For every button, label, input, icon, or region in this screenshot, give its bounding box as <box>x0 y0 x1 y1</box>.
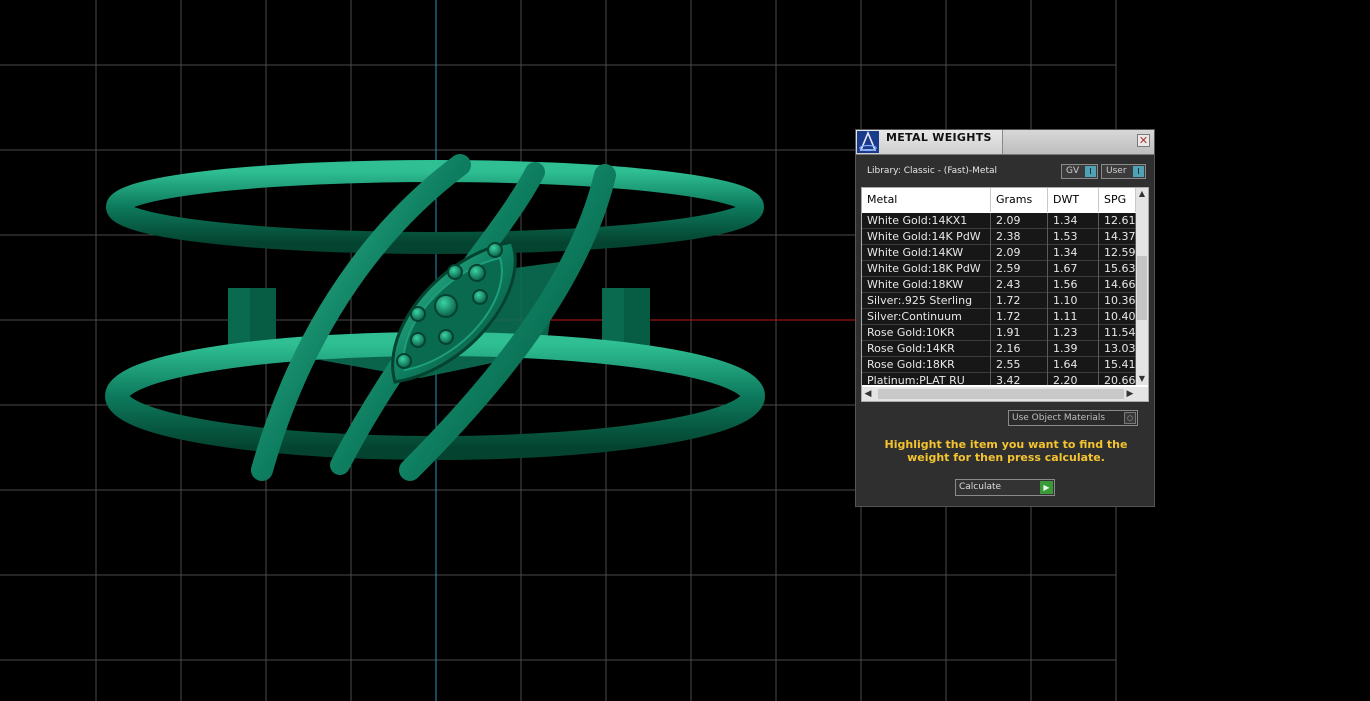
spg-cell: 12.59 <box>1099 245 1136 261</box>
instruction-text: Highlight the item you want to find the … <box>884 438 1128 464</box>
metal-cell: Silver:.925 Sterling <box>862 293 991 309</box>
spg-cell: 10.36 <box>1099 293 1136 309</box>
column-header-metal[interactable]: Metal <box>862 188 991 212</box>
metal-cell: White Gold:18KW <box>862 277 991 293</box>
calculate-button[interactable]: Calculate ▶ <box>955 479 1055 496</box>
scroll-left-icon[interactable]: ◀ <box>862 387 874 401</box>
panel-title: METAL WEIGHTS <box>886 131 992 144</box>
use-object-materials-toggle[interactable]: Use Object Materials ○ <box>1008 410 1138 426</box>
spg-cell: 15.41 <box>1099 357 1136 373</box>
metal-cell: Silver:Continuum <box>862 309 991 325</box>
vertical-scroll-thumb[interactable] <box>1137 256 1147 320</box>
use-object-materials-label: Use Object Materials <box>1012 413 1106 423</box>
column-header-grams[interactable]: Grams <box>991 188 1048 212</box>
metal-cell: White Gold:18K PdW <box>862 261 991 277</box>
grams-cell: 2.55 <box>991 357 1048 373</box>
dwt-cell: 1.64 <box>1048 357 1099 373</box>
play-arrow-icon: ▶ <box>1040 481 1053 494</box>
gv-toggle-label: GV <box>1066 166 1080 176</box>
metal-cell: White Gold:14KW <box>862 245 991 261</box>
table-row[interactable]: Platinum:PLAT RU 3.42 2.20 20.66 <box>862 373 1136 385</box>
grams-cell: 1.72 <box>991 309 1048 325</box>
close-icon: ✕ <box>1138 134 1149 147</box>
dwt-cell: 1.10 <box>1048 293 1099 309</box>
table-row[interactable]: White Gold:18K PdW 2.59 1.67 15.63 <box>862 261 1136 277</box>
column-header-spg[interactable]: SPG <box>1099 188 1136 212</box>
spg-cell: 15.63 <box>1099 261 1136 277</box>
table-header: Metal Grams DWT SPG <box>862 188 1136 212</box>
scroll-down-icon[interactable]: ▼ <box>1136 373 1148 385</box>
spg-cell: 20.66 <box>1099 373 1136 385</box>
grams-cell: 2.16 <box>991 341 1048 357</box>
table-row[interactable]: Silver:Continuum 1.72 1.11 10.40 <box>862 309 1136 325</box>
vertical-scrollbar[interactable]: ▲ ▼ <box>1136 188 1148 385</box>
spg-cell: 13.03 <box>1099 341 1136 357</box>
table-row[interactable]: Rose Gold:18KR 2.55 1.64 15.41 <box>862 357 1136 373</box>
radio-icon: ○ <box>1124 412 1136 424</box>
scroll-up-icon[interactable]: ▲ <box>1136 188 1148 200</box>
dwt-cell: 1.56 <box>1048 277 1099 293</box>
grams-cell: 2.09 <box>991 213 1048 229</box>
metal-cell: White Gold:14K PdW <box>862 229 991 245</box>
metal-cell: Platinum:PLAT RU <box>862 373 991 385</box>
horizontal-scrollbar[interactable]: ◀ ▶ <box>862 387 1148 401</box>
dwt-cell: 1.34 <box>1048 245 1099 261</box>
grams-cell: 1.91 <box>991 325 1048 341</box>
app-logo-icon <box>857 131 879 153</box>
metal-weights-panel: METAL WEIGHTS ✕ Library: Classic - (Fast… <box>855 129 1155 507</box>
spg-cell: 12.61 <box>1099 213 1136 229</box>
dwt-cell: 1.53 <box>1048 229 1099 245</box>
metal-cell: Rose Gold:18KR <box>862 357 991 373</box>
dwt-cell: 1.67 <box>1048 261 1099 277</box>
user-toggle-label: User <box>1106 166 1127 176</box>
table-row[interactable]: Silver:.925 Sterling 1.72 1.10 10.36 <box>862 293 1136 309</box>
metal-table: Metal Grams DWT SPG White Gold:14KX1 2.0… <box>861 187 1149 402</box>
table-row[interactable]: Rose Gold:14KR 2.16 1.39 13.03 <box>862 341 1136 357</box>
panel-titlebar[interactable]: METAL WEIGHTS ✕ <box>856 130 1154 155</box>
grams-cell: 3.42 <box>991 373 1048 385</box>
library-label: Library: Classic - (Fast)-Metal <box>867 166 998 176</box>
metal-cell: White Gold:14KX1 <box>862 213 991 229</box>
table-row[interactable]: White Gold:14KW 2.09 1.34 12.59 <box>862 245 1136 261</box>
spg-cell: 14.66 <box>1099 277 1136 293</box>
3d-viewport[interactable] <box>0 0 1370 701</box>
gv-toggle[interactable]: GV I <box>1061 164 1098 179</box>
grams-cell: 2.38 <box>991 229 1048 245</box>
grams-cell: 1.72 <box>991 293 1048 309</box>
dwt-cell: 1.34 <box>1048 213 1099 229</box>
spg-cell: 11.54 <box>1099 325 1136 341</box>
dwt-cell: 2.20 <box>1048 373 1099 385</box>
metal-cell: Rose Gold:10KR <box>862 325 991 341</box>
dwt-cell: 1.23 <box>1048 325 1099 341</box>
toggle-knob-icon: I <box>1085 166 1096 177</box>
column-header-dwt[interactable]: DWT <box>1048 188 1099 212</box>
table-row[interactable]: White Gold:18KW 2.43 1.56 14.66 <box>862 277 1136 293</box>
dwt-cell: 1.39 <box>1048 341 1099 357</box>
table-row[interactable]: Rose Gold:10KR 1.91 1.23 11.54 <box>862 325 1136 341</box>
grams-cell: 2.09 <box>991 245 1048 261</box>
table-row[interactable]: White Gold:14KX1 2.09 1.34 12.61 <box>862 213 1136 229</box>
user-toggle[interactable]: User I <box>1101 164 1146 179</box>
ring-model[interactable] <box>0 0 1370 701</box>
dwt-cell: 1.11 <box>1048 309 1099 325</box>
grams-cell: 2.59 <box>991 261 1048 277</box>
toggle-knob-icon: I <box>1133 166 1144 177</box>
table-row[interactable]: White Gold:14K PdW 2.38 1.53 14.37 <box>862 229 1136 245</box>
horizontal-scroll-thumb[interactable] <box>878 389 1124 399</box>
close-button[interactable]: ✕ <box>1137 134 1150 147</box>
metal-cell: Rose Gold:14KR <box>862 341 991 357</box>
grams-cell: 2.43 <box>991 277 1048 293</box>
spg-cell: 10.40 <box>1099 309 1136 325</box>
panel-title-tab: METAL WEIGHTS <box>856 130 1003 154</box>
table-body: White Gold:14KX1 2.09 1.34 12.61 White G… <box>862 213 1136 385</box>
calculate-label: Calculate <box>959 482 1002 492</box>
spg-cell: 14.37 <box>1099 229 1136 245</box>
scroll-right-icon[interactable]: ▶ <box>1124 387 1136 401</box>
